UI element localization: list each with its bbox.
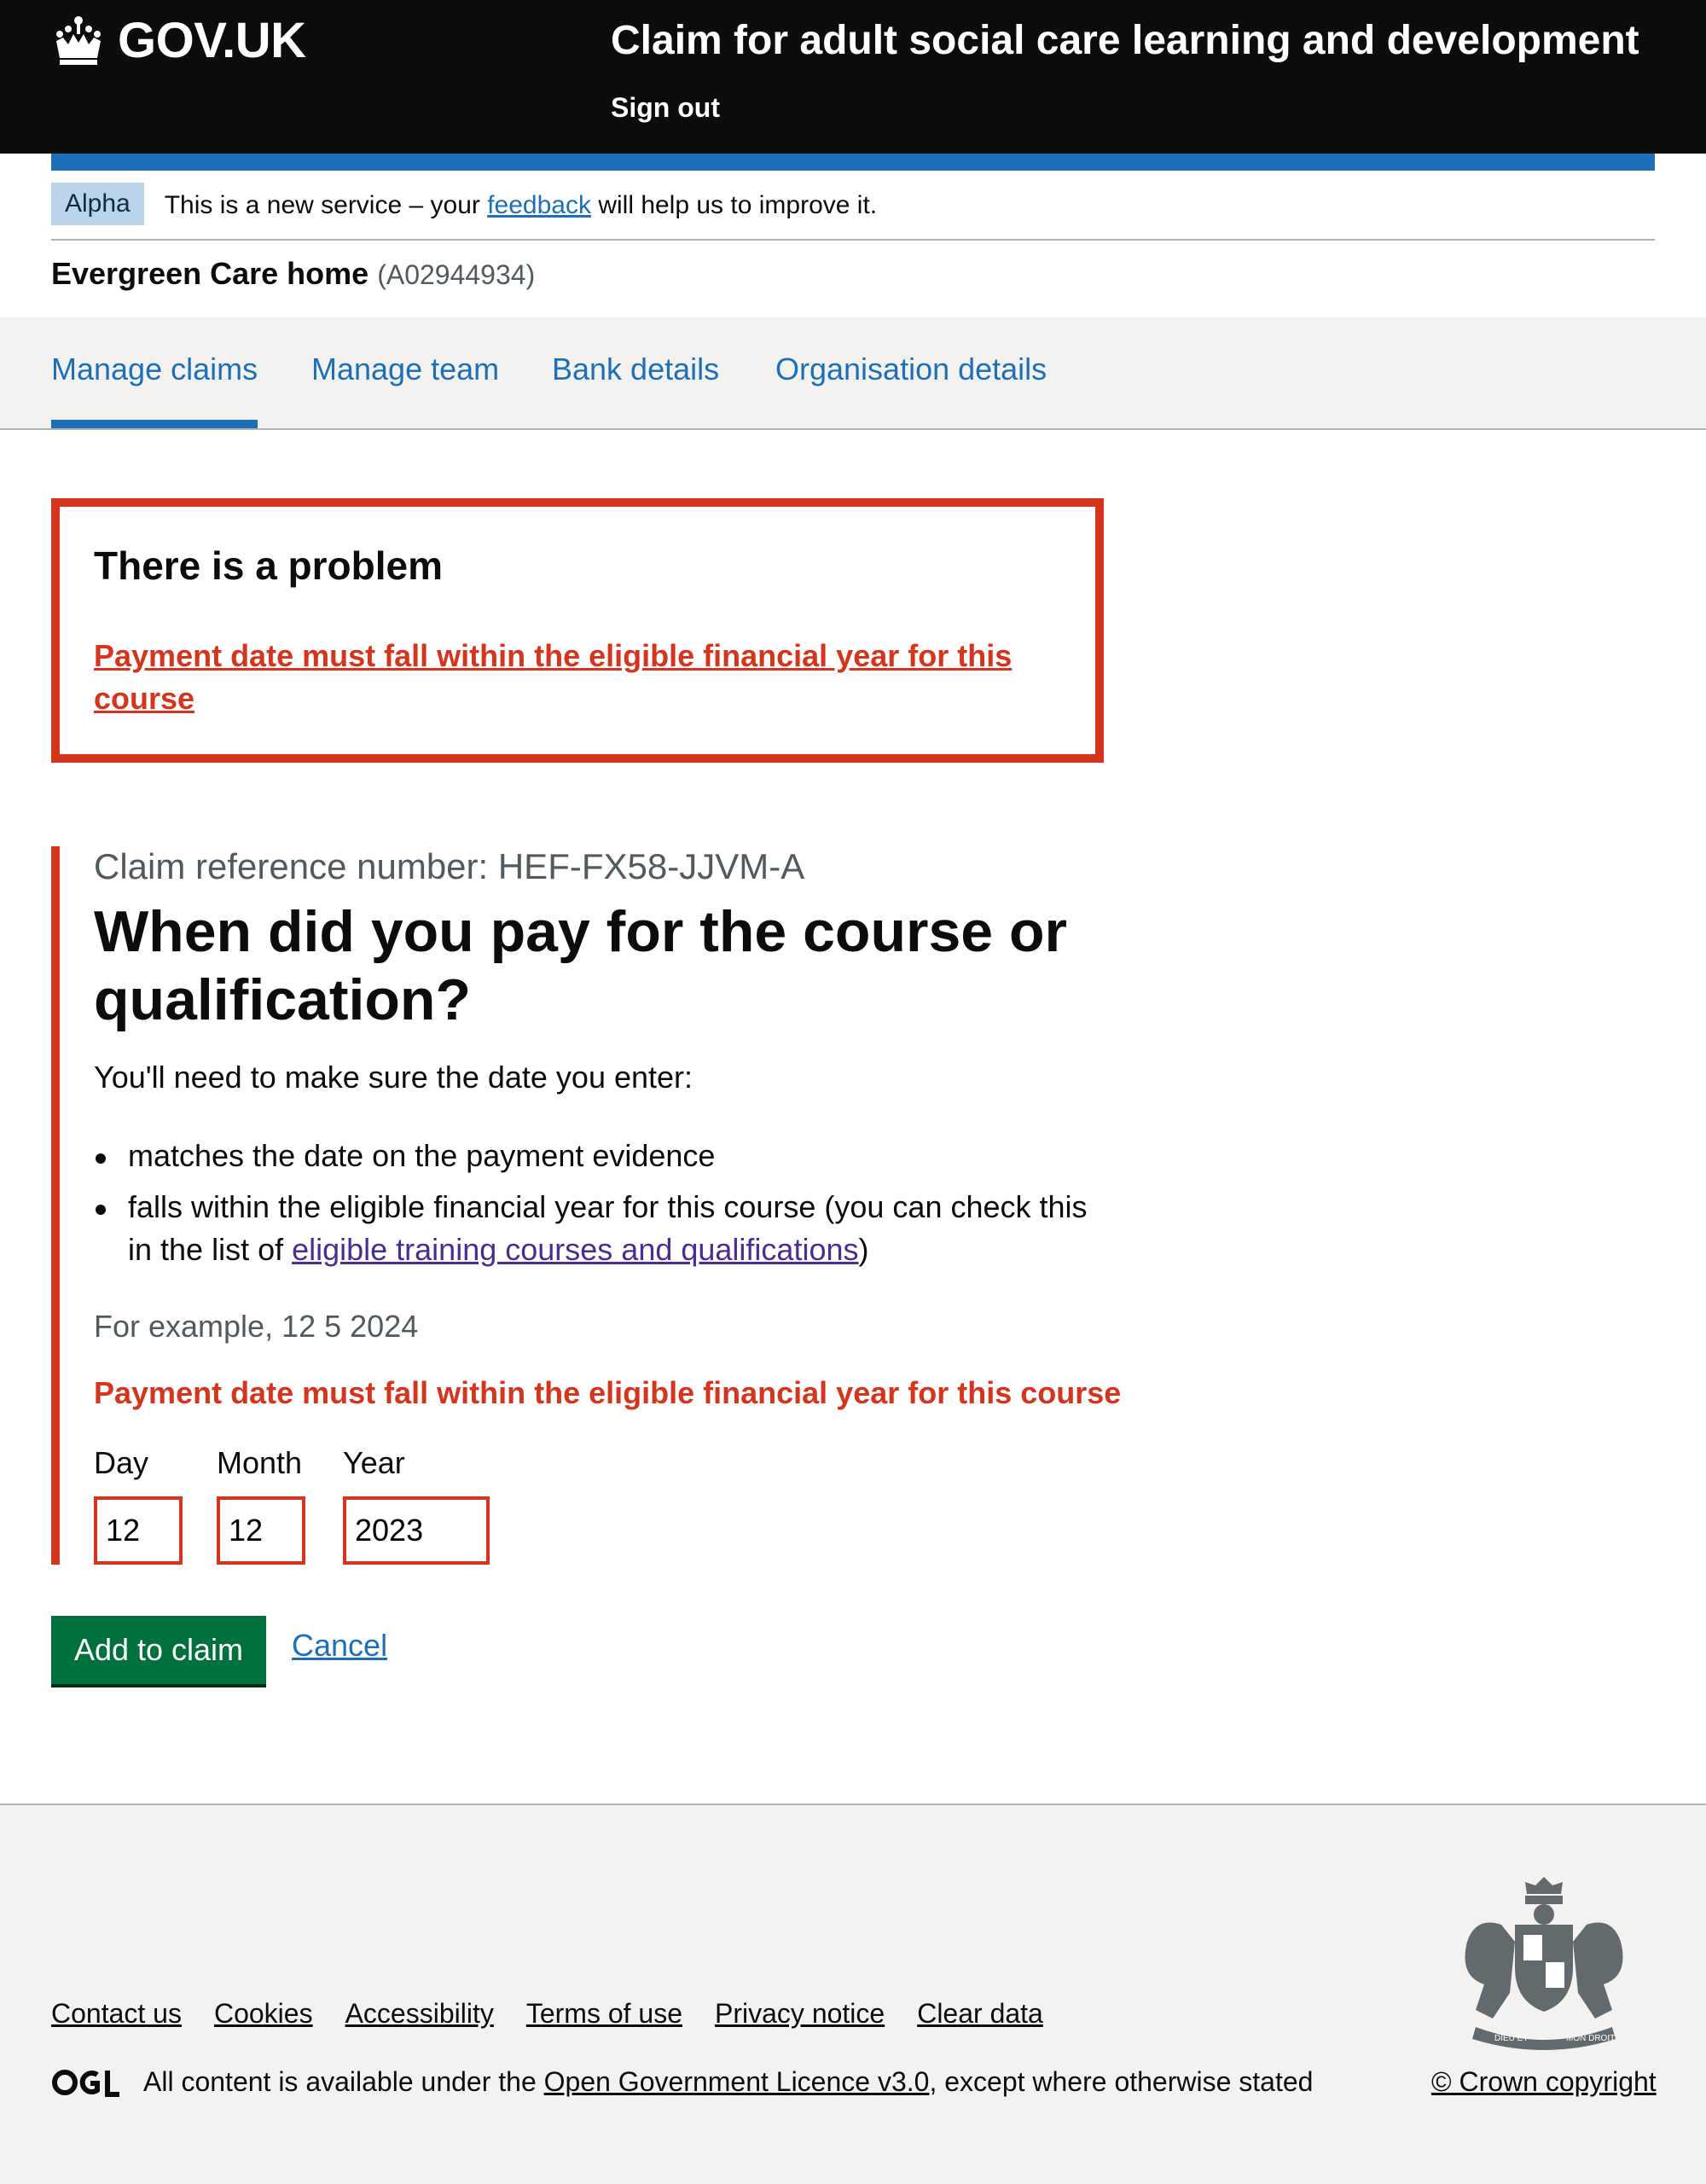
- crown-icon: [56, 15, 101, 65]
- phase-text: This is a new service – your feedback wi…: [165, 183, 877, 220]
- cancel-link[interactable]: Cancel: [292, 1628, 387, 1664]
- page-title: When did you pay for the course or quali…: [94, 899, 1067, 1032]
- add-to-claim-button[interactable]: Add to claim: [51, 1616, 266, 1684]
- licence-after: , except where otherwise stated: [929, 2066, 1314, 2097]
- month-label: Month: [217, 1445, 303, 1480]
- phase-text-after: will help us to improve it.: [590, 191, 878, 219]
- phase-tag: Alpha: [51, 183, 144, 225]
- feedback-link[interactable]: feedback: [487, 191, 591, 219]
- footer-link-privacy[interactable]: Privacy notice: [715, 1998, 885, 2030]
- bullet-text-after: ): [858, 1232, 869, 1267]
- header-blue-bar: [51, 154, 1655, 171]
- ogl-licence-link[interactable]: Open Government Licence v3.0: [544, 2066, 930, 2097]
- govuk-logo-link[interactable]: GOV.UK: [51, 12, 306, 69]
- royal-coat-of-arms-icon: DIEU ET MON DROIT: [1465, 1877, 1623, 2050]
- month-input[interactable]: [217, 1496, 305, 1565]
- service-navigation: Manage claims Manage team Bank details O…: [0, 317, 1706, 430]
- licence-text: All content is available under the Open …: [143, 2066, 1313, 2098]
- footer: Contact us Cookies Accessibility Terms o…: [0, 1804, 1706, 2184]
- crown-copyright-link[interactable]: © Crown copyright: [1431, 2066, 1657, 2098]
- year-input[interactable]: [343, 1496, 490, 1565]
- footer-link-terms[interactable]: Terms of use: [526, 1998, 682, 2030]
- nav-manage-team[interactable]: Manage team: [311, 351, 499, 387]
- licence-row: All content is available under the Open …: [51, 2066, 1313, 2098]
- nav-manage-claims[interactable]: Manage claims: [51, 351, 258, 428]
- nav-bank-details[interactable]: Bank details: [552, 351, 719, 387]
- footer-link-accessibility[interactable]: Accessibility: [345, 1998, 494, 2030]
- ogl-logo-icon: [52, 2069, 119, 2097]
- requirements-list: matches the date on the payment evidence…: [94, 1135, 1117, 1280]
- intro-text: You'll need to make sure the date you en…: [94, 1060, 693, 1095]
- crest-motto-left: DIEU ET: [1494, 2034, 1528, 2043]
- nav-organisation-details[interactable]: Organisation details: [775, 351, 1047, 387]
- govuk-header: GOV.UK Claim for adult social care learn…: [0, 0, 1706, 154]
- organisation-name: Evergreen Care home (A02944934): [51, 256, 535, 292]
- footer-links: Contact us Cookies Accessibility Terms o…: [51, 1998, 1043, 2030]
- organisation-id: (A02944934): [377, 259, 536, 290]
- error-message: Payment date must fall within the eligib…: [94, 1375, 1122, 1410]
- crest-motto-right: MON DROIT: [1566, 2034, 1615, 2043]
- error-summary: There is a problem Payment date must fal…: [51, 498, 1104, 763]
- phase-banner: Alpha This is a new service – your feedb…: [51, 183, 1655, 241]
- footer-link-contact[interactable]: Contact us: [51, 1998, 182, 2030]
- day-input[interactable]: [94, 1496, 183, 1565]
- list-item: falls within the eligible financial year…: [94, 1186, 1117, 1271]
- list-item: matches the date on the payment evidence: [94, 1135, 1117, 1177]
- date-hint: For example, 12 5 2024: [94, 1309, 419, 1344]
- eligible-courses-link[interactable]: eligible training courses and qualificat…: [292, 1232, 858, 1267]
- organisation-title: Evergreen Care home: [51, 256, 369, 291]
- year-label: Year: [343, 1445, 405, 1480]
- sign-out-link[interactable]: Sign out: [611, 92, 720, 124]
- govuk-logo-text: GOV.UK: [118, 13, 306, 68]
- service-name[interactable]: Claim for adult social care learning and…: [611, 17, 1639, 64]
- error-summary-title: There is a problem: [94, 543, 444, 588]
- footer-link-clear-data[interactable]: Clear data: [917, 1998, 1043, 2030]
- error-summary-link[interactable]: Payment date must fall within the eligib…: [94, 635, 1032, 720]
- phase-text-before: This is a new service – your: [164, 191, 488, 219]
- claim-reference-caption: Claim reference number: HEF-FX58-JJVM-A: [94, 846, 805, 886]
- footer-link-cookies[interactable]: Cookies: [214, 1998, 313, 2030]
- payment-date-form-group: Claim reference number: HEF-FX58-JJVM-A …: [51, 846, 1121, 1565]
- day-label: Day: [94, 1445, 149, 1480]
- licence-before: All content is available under the: [143, 2066, 544, 2097]
